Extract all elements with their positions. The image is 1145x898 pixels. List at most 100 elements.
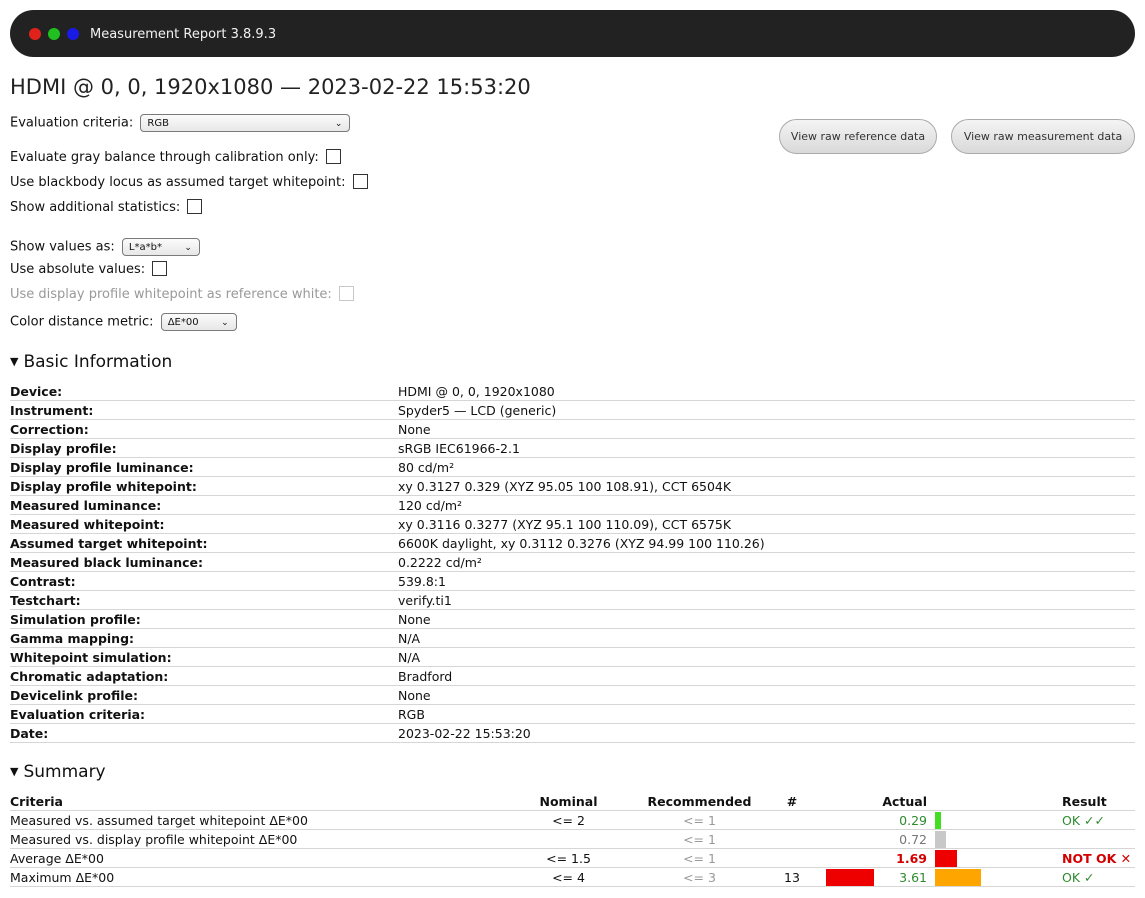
info-key: Display profile whitepoint: — [10, 476, 398, 496]
chevron-down-icon: ⌄ — [184, 243, 192, 253]
info-value: 539.8:1 — [398, 571, 1135, 591]
summary-table: Criteria Nominal Recommended # Actual Re… — [10, 792, 1135, 887]
profile-whitepoint-checkbox — [338, 286, 354, 301]
summary-title: Summary — [23, 762, 106, 782]
actual-cell: 1.69 — [807, 848, 932, 868]
info-row: Devicelink profile: None — [10, 685, 1135, 705]
info-row: Correction: None — [10, 419, 1135, 439]
info-value: HDMI @ 0, 0, 1920x1080 — [398, 382, 1135, 401]
info-value: None — [398, 609, 1135, 629]
nominal-cell — [515, 829, 622, 849]
criteria-header: Criteria — [10, 792, 515, 811]
info-value: Bradford — [398, 666, 1135, 686]
info-row: Chromatic adaptation: Bradford — [10, 666, 1135, 686]
show-values-select[interactable]: L*a*b* ⌄ — [121, 238, 200, 256]
info-key: Testchart: — [10, 590, 398, 610]
actual-value: 1.69 — [896, 850, 927, 866]
info-row: Date: 2023-02-22 15:53:20 — [10, 723, 1135, 743]
summary-row: Measured vs. display profile whitepoint … — [10, 829, 1135, 849]
absolute-values-option: Use absolute values: — [10, 261, 168, 277]
blackbody-label: Use blackbody locus as assumed target wh… — [10, 175, 346, 190]
nominal-cell: <= 4 — [515, 867, 622, 887]
info-value: N/A — [398, 628, 1135, 648]
info-key: Evaluation criteria: — [10, 704, 398, 724]
close-window-button[interactable] — [29, 28, 41, 40]
show-values-option: Show values as: L*a*b* ⌄ — [10, 238, 200, 256]
info-key: Date: — [10, 723, 398, 743]
info-value: xy 0.3127 0.329 (XYZ 95.05 100 108.91), … — [398, 476, 1135, 496]
minimize-window-button[interactable] — [48, 28, 60, 40]
info-value: 120 cd/m² — [398, 495, 1135, 515]
info-value: Spyder5 — LCD (generic) — [398, 400, 1135, 420]
info-value: 6600K daylight, xy 0.3112 0.3276 (XYZ 94… — [398, 533, 1135, 553]
recommended-header: Recommended — [622, 792, 777, 811]
info-row: Display profile whitepoint: xy 0.3127 0.3… — [10, 476, 1135, 496]
summary-header-row: Criteria Nominal Recommended # Actual Re… — [10, 792, 1135, 811]
result-cell: OK ✓✓ — [1062, 810, 1135, 830]
info-row: Measured whitepoint: xy 0.3116 0.3277 (XY… — [10, 514, 1135, 534]
result-cell: NOT OK ✕ — [1062, 848, 1135, 868]
info-key: Contrast: — [10, 571, 398, 591]
view-raw-reference-button[interactable]: View raw reference data — [779, 119, 937, 154]
info-key: Instrument: — [10, 400, 398, 420]
view-raw-measurement-button[interactable]: View raw measurement data — [951, 119, 1135, 154]
info-key: Device: — [10, 382, 398, 401]
count-header: # — [777, 792, 807, 811]
distance-metric-value: ΔE*00 — [167, 317, 199, 328]
additional-stats-label: Show additional statistics: — [10, 200, 181, 215]
actual-bar-cell — [932, 867, 1062, 887]
count-cell — [777, 829, 807, 849]
chevron-down-icon: ⌄ — [221, 318, 229, 328]
info-key: Gamma mapping: — [10, 628, 398, 648]
criteria-cell: Measured vs. display profile whitepoint … — [10, 829, 515, 849]
chevron-down-icon: ⌄ — [334, 119, 343, 129]
basic-info-section-toggle[interactable]: ▼ Basic Information — [10, 352, 172, 372]
count-bar — [826, 869, 874, 886]
actual-cell: 3.61 — [807, 867, 932, 887]
actual-value: 0.29 — [899, 812, 927, 828]
distance-metric-label: Color distance metric: — [10, 314, 154, 330]
summary-section-toggle[interactable]: ▼ Summary — [10, 762, 106, 782]
evaluation-criteria-value: RGB — [147, 118, 169, 129]
actual-bar — [935, 812, 941, 829]
basic-info-table: Device: HDMI @ 0, 0, 1920x1080 Instrument:… — [10, 382, 1135, 743]
show-values-value: L*a*b* — [128, 242, 162, 253]
actual-bar-cell — [932, 848, 1062, 868]
recommended-cell: <= 3 — [622, 867, 777, 887]
triangle-down-icon: ▼ — [10, 765, 19, 778]
result-cell: OK ✓ — [1062, 867, 1135, 887]
actual-bar-cell — [932, 810, 1062, 830]
summary-row: Average ΔE*00 <= 1.5 <= 1 1.69 NOT OK ✕ — [10, 848, 1135, 868]
info-value: N/A — [398, 647, 1135, 667]
blackbody-checkbox[interactable] — [352, 174, 368, 189]
nominal-header: Nominal — [515, 792, 622, 811]
info-key: Whitepoint simulation: — [10, 647, 398, 667]
profile-whitepoint-label: Use display profile whitepoint as refere… — [10, 287, 332, 302]
count-cell — [777, 810, 807, 830]
maximize-window-button[interactable] — [67, 28, 79, 40]
actual-value: 3.61 — [899, 869, 927, 885]
info-value: sRGB IEC61966-2.1 — [398, 438, 1135, 458]
info-key: Devicelink profile: — [10, 685, 398, 705]
gray-balance-option: Evaluate gray balance through calibratio… — [10, 149, 341, 165]
recommended-cell: <= 1 — [622, 829, 777, 849]
absolute-values-checkbox[interactable] — [152, 261, 168, 276]
additional-stats-option: Show additional statistics: — [10, 199, 203, 215]
gray-balance-checkbox[interactable] — [325, 149, 341, 164]
info-row: Whitepoint simulation: N/A — [10, 647, 1135, 667]
info-row: Contrast: 539.8:1 — [10, 571, 1135, 591]
info-row: Device: HDMI @ 0, 0, 1920x1080 — [10, 382, 1135, 401]
summary-row: Maximum ΔE*00 <= 4 <= 3 13 3.61 OK ✓ — [10, 867, 1135, 887]
page-title: HDMI @ 0, 0, 1920x1080 — 2023-02-22 15:5… — [10, 75, 531, 99]
info-row: Assumed target whitepoint: 6600K daylight… — [10, 533, 1135, 553]
info-value: verify.ti1 — [398, 590, 1135, 610]
basic-info-title: Basic Information — [23, 352, 173, 372]
evaluation-criteria-select[interactable]: RGB ⌄ — [140, 114, 351, 132]
criteria-cell: Measured vs. assumed target whitepoint Δ… — [10, 810, 515, 830]
summary-row: Measured vs. assumed target whitepoint Δ… — [10, 810, 1135, 830]
info-key: Measured black luminance: — [10, 552, 398, 572]
actual-bar — [935, 869, 981, 886]
actual-header: Actual — [807, 792, 932, 811]
distance-metric-select[interactable]: ΔE*00 ⌄ — [160, 313, 237, 331]
additional-stats-checkbox[interactable] — [187, 199, 203, 214]
